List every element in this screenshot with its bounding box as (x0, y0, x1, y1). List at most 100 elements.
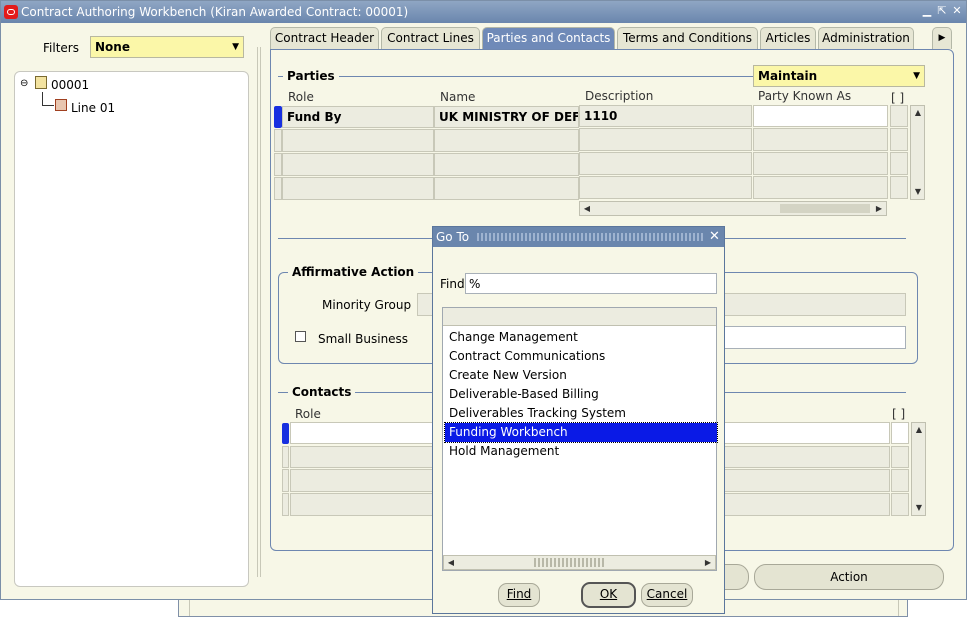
contact-row-indicator[interactable] (282, 446, 289, 468)
contact-row-indicator-current[interactable] (282, 423, 289, 444)
minimize-icon[interactable]: ▁ (920, 4, 934, 18)
empty-cell[interactable] (579, 128, 752, 151)
contacts-vertical-scrollbar[interactable]: ▲ ▼ (911, 422, 926, 516)
party-description-cell[interactable]: 1110 (579, 105, 752, 127)
tree-node-root[interactable]: 00001 (51, 78, 89, 92)
filters-label: Filters (43, 41, 79, 55)
tab-contract-lines[interactable]: Contract Lines (381, 27, 480, 49)
empty-cell[interactable] (753, 128, 888, 151)
contact-row-indicator[interactable] (282, 469, 289, 492)
find-button[interactable]: Find (498, 583, 540, 607)
list-item[interactable]: Hold Management (445, 442, 717, 461)
close-icon[interactable]: ✕ (709, 229, 720, 244)
action-button[interactable]: Action (754, 564, 944, 590)
empty-cell[interactable] (579, 152, 752, 175)
goto-dialog-title: Go To (436, 230, 470, 244)
empty-cell[interactable] (891, 493, 909, 516)
list-horizontal-scrollbar[interactable]: ◀ ▶ (443, 555, 716, 570)
tab-scroll-right-icon[interactable]: ▶ (932, 27, 952, 49)
title-bar[interactable]: Contract Authoring Workbench (Kiran Awar… (1, 1, 966, 23)
empty-cell[interactable] (890, 152, 908, 175)
list-header (443, 308, 716, 326)
list-item[interactable]: Change Management (445, 328, 717, 347)
maximize-icon[interactable]: ⇱ (935, 4, 949, 18)
goto-dialog-title-bar[interactable]: Go To ✕ (433, 227, 724, 247)
scroll-thumb[interactable] (534, 558, 604, 567)
party-flex-cell[interactable] (890, 105, 908, 127)
empty-cell[interactable] (890, 176, 908, 199)
empty-cell[interactable] (282, 153, 434, 176)
parties-vertical-scrollbar[interactable]: ▲ ▼ (910, 105, 925, 200)
affirmative-action-label: Affirmative Action (288, 265, 419, 279)
tab-contract-header[interactable]: Contract Header (270, 27, 379, 49)
scroll-down-icon[interactable]: ▼ (914, 503, 924, 513)
party-role-cell[interactable]: Fund By (282, 106, 434, 128)
chevron-down-icon[interactable]: ▼ (913, 71, 920, 81)
list-item[interactable]: Create New Version (445, 366, 717, 385)
empty-cell[interactable] (891, 446, 909, 468)
party-known-as-cell[interactable] (753, 105, 888, 127)
party-name-cell[interactable]: UK MINISTRY OF DEFEN (434, 106, 579, 128)
scroll-down-icon[interactable]: ▼ (913, 187, 923, 197)
list-item[interactable]: Contract Communications (445, 347, 717, 366)
empty-cell[interactable] (282, 177, 434, 200)
empty-cell[interactable] (282, 129, 434, 152)
empty-cell[interactable] (890, 128, 908, 151)
empty-cell[interactable] (434, 153, 579, 176)
tree-connector (42, 92, 54, 106)
small-business-checkbox[interactable] (295, 331, 306, 342)
tab-administration[interactable]: Administration (818, 27, 914, 49)
empty-cell[interactable] (891, 469, 909, 492)
line-document-icon (55, 99, 67, 111)
list-item-selected[interactable]: Funding Workbench (444, 422, 718, 443)
contacts-col-header-role: Role (295, 407, 321, 421)
scroll-right-icon[interactable]: ▶ (874, 204, 884, 214)
row-indicator-current[interactable] (274, 106, 282, 128)
contract-document-icon (35, 76, 47, 89)
chevron-down-icon[interactable]: ▼ (232, 42, 239, 52)
cancel-button[interactable]: Cancel (641, 583, 693, 607)
tab-parties-and-contacts[interactable]: Parties and Contacts (482, 27, 615, 49)
small-business-label: Small Business (318, 332, 409, 346)
tab-terms-and-conditions[interactable]: Terms and Conditions (617, 27, 758, 49)
scroll-up-icon[interactable]: ▲ (913, 108, 923, 118)
list-item[interactable]: Deliverable-Based Billing (445, 385, 717, 404)
list-item[interactable]: Deliverables Tracking System (445, 404, 717, 423)
scroll-left-icon[interactable]: ◀ (446, 558, 456, 568)
empty-cell[interactable] (434, 177, 579, 200)
minority-group-label: Minority Group (322, 298, 412, 312)
parties-horizontal-scrollbar[interactable]: ◀ ▶ (579, 201, 887, 216)
scroll-right-icon[interactable]: ▶ (703, 558, 713, 568)
ok-button[interactable]: OK (581, 582, 636, 608)
empty-cell[interactable] (434, 129, 579, 152)
empty-cell[interactable] (753, 176, 888, 199)
contacts-section-label: Contacts (288, 385, 356, 399)
empty-cell[interactable] (579, 176, 752, 199)
collapse-node-icon[interactable]: ⊖ (20, 78, 28, 89)
row-indicator[interactable] (274, 129, 282, 152)
tree-node-line[interactable]: Line 01 (71, 101, 115, 115)
scroll-thumb[interactable] (780, 204, 870, 213)
filters-value: None (95, 40, 130, 54)
parties-mode-select[interactable]: Maintain ▼ (753, 65, 925, 87)
tab-articles[interactable]: Articles (760, 27, 816, 49)
find-input[interactable]: % (465, 273, 717, 294)
scroll-left-icon[interactable]: ◀ (582, 204, 592, 214)
scroll-up-icon[interactable]: ▲ (914, 425, 924, 435)
col-header-role: Role (288, 90, 314, 104)
small-business-field[interactable] (721, 326, 906, 349)
contacts-flexfield-header[interactable]: [ ] (892, 407, 905, 421)
col-header-description: Description (585, 89, 654, 103)
contact-flex-cell[interactable] (891, 422, 909, 444)
row-indicator[interactable] (274, 177, 282, 200)
empty-cell[interactable] (753, 152, 888, 175)
close-icon[interactable]: ✕ (950, 4, 964, 18)
col-header-party-known-as: Party Known As (758, 89, 852, 103)
title-grip (477, 233, 705, 241)
flexfield-header[interactable]: [ ] (891, 91, 904, 105)
contact-row-indicator[interactable] (282, 493, 289, 516)
pane-splitter[interactable] (257, 47, 261, 577)
navigation-tree: ⊖ 00001 Line 01 (14, 71, 249, 587)
filters-select[interactable]: None ▼ (90, 36, 244, 58)
row-indicator[interactable] (274, 153, 282, 176)
